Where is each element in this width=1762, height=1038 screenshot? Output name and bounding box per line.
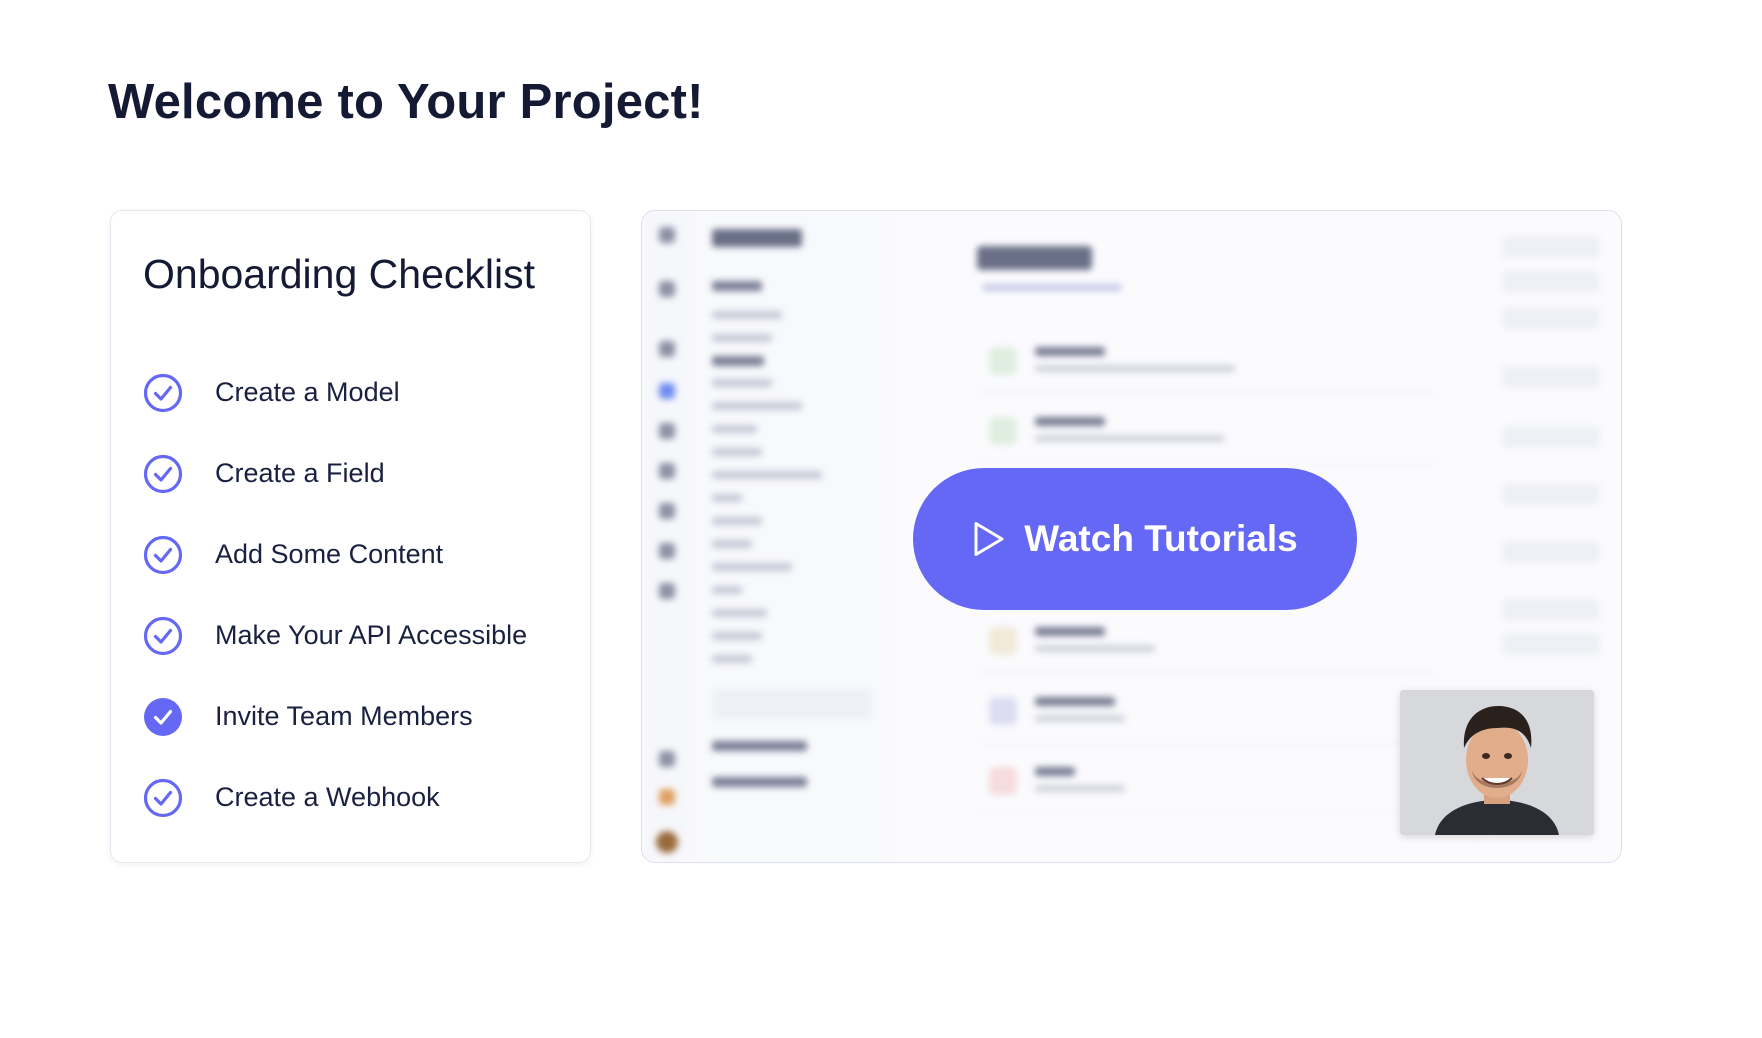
check-circle-outline-icon bbox=[143, 373, 183, 412]
checklist-item-create-model[interactable]: Create a Model bbox=[143, 352, 527, 433]
checklist-item-label: Add Some Content bbox=[215, 539, 444, 569]
checklist-item-label: Invite Team Members bbox=[215, 701, 473, 731]
check-circle-outline-icon bbox=[143, 616, 183, 655]
watch-tutorials-label: Watch Tutorials bbox=[1024, 518, 1298, 559]
checklist-list: Create a Model Create a Field Add Some C… bbox=[143, 352, 527, 838]
check-circle-filled-icon bbox=[144, 697, 182, 736]
checklist-item-create-webhook[interactable]: Create a Webhook bbox=[143, 757, 527, 838]
checklist-item-invite-team[interactable]: Invite Team Members bbox=[143, 676, 527, 757]
checklist-item-api-access[interactable]: Make Your API Accessible bbox=[143, 595, 527, 676]
check-circle-outline-icon bbox=[143, 778, 183, 817]
onboarding-checklist-card: Onboarding Checklist Create a Model Crea… bbox=[110, 210, 591, 863]
check-circle-outline-icon bbox=[143, 535, 183, 574]
checklist-item-label: Create a Field bbox=[215, 458, 385, 488]
checklist-item-create-field[interactable]: Create a Field bbox=[143, 433, 527, 514]
checklist-title: Onboarding Checklist bbox=[143, 251, 535, 297]
presenter-photo bbox=[1400, 690, 1594, 835]
checklist-item-label: Create a Model bbox=[215, 377, 400, 407]
watch-tutorials-button[interactable]: Watch Tutorials bbox=[913, 468, 1357, 610]
checklist-item-label: Make Your API Accessible bbox=[215, 620, 528, 650]
preview-icon-rail bbox=[642, 211, 692, 862]
preview-schema-nav bbox=[694, 211, 894, 862]
checklist-item-label: Create a Webhook bbox=[215, 782, 440, 812]
checklist-item-add-content[interactable]: Add Some Content bbox=[143, 514, 527, 595]
play-icon bbox=[974, 522, 1004, 556]
presenter-webcam-thumbnail bbox=[1400, 690, 1594, 835]
check-circle-outline-icon bbox=[143, 454, 183, 493]
page-title: Welcome to Your Project! bbox=[108, 75, 704, 129]
